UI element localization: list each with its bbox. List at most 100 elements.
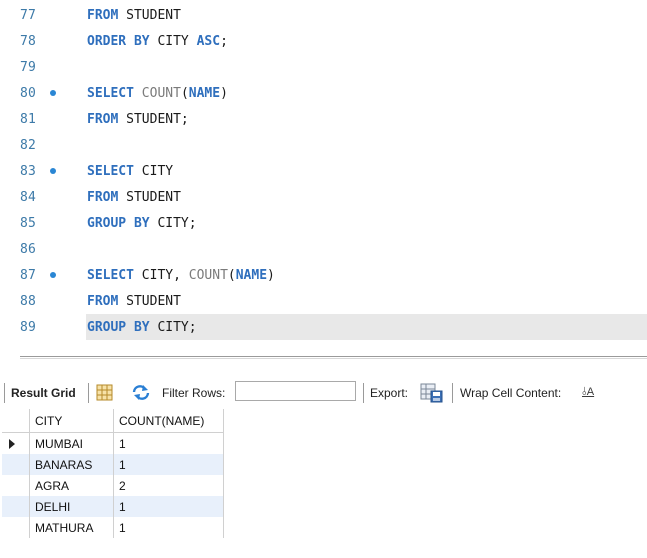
code-token: FROM xyxy=(87,8,127,23)
table-row[interactable]: AGRA 2 xyxy=(2,475,224,496)
code-text: SELECT COUNT(NAME) xyxy=(87,86,228,101)
table-row[interactable]: MATHURA 1 xyxy=(2,517,224,538)
table-row[interactable]: MUMBAI 1 xyxy=(2,433,224,454)
editor-line[interactable]: 80 SELECT COUNT(NAME) xyxy=(0,80,647,106)
toolbar-separator xyxy=(88,383,89,403)
cell-count-name[interactable]: 1 xyxy=(114,496,224,517)
wrap-cell-content-label: Wrap Cell Content: xyxy=(460,386,562,400)
editor-line[interactable]: 85 GROUP BY CITY; xyxy=(0,210,647,236)
code-token: NAME xyxy=(235,268,268,283)
code-token: FROM xyxy=(87,112,127,127)
code-text: SELECT CITY xyxy=(87,164,173,179)
result-grid: CITY COUNT(NAME) MUMBAI 1 BANARAS 1 AGRA 2 DEL… xyxy=(2,409,224,538)
cell-city-text: BANARAS xyxy=(35,458,93,472)
line-number: 78 xyxy=(20,34,37,49)
filter-rows-label: Filter Rows: xyxy=(162,386,226,400)
line-number: 84 xyxy=(20,190,37,205)
cell-city[interactable]: BANARAS xyxy=(30,454,114,475)
line-number: 87 xyxy=(20,268,37,283)
toolbar-separator xyxy=(4,383,5,403)
sql-editor[interactable]: 77 FROM STUDENT 78 ORDER BY CITY ASC; 79 80 SE… xyxy=(0,0,647,348)
editor-line[interactable]: 82 xyxy=(0,132,647,158)
row-header[interactable] xyxy=(2,496,30,517)
cell-count-name[interactable]: 1 xyxy=(114,454,224,475)
code-token: STUDENT xyxy=(126,190,181,205)
code-text: SELECT CITY, COUNT(NAME) xyxy=(87,268,275,283)
table-row[interactable]: BANARAS 1 xyxy=(2,454,224,475)
editor-line[interactable]: 88 FROM STUDENT xyxy=(0,288,647,314)
result-grid-tab[interactable]: Result Grid xyxy=(11,386,76,400)
cell-city-text: MATHURA xyxy=(35,521,94,535)
code-token: COUNT xyxy=(141,86,181,101)
export-label: Export: xyxy=(370,386,409,400)
code-token: CITY xyxy=(157,34,197,49)
code-token: SELECT xyxy=(87,164,142,179)
line-number: 79 xyxy=(20,60,37,75)
editor-line[interactable]: 78 ORDER BY CITY ASC; xyxy=(0,28,647,54)
statement-marker-icon[interactable] xyxy=(50,272,56,278)
editor-line[interactable]: 84 FROM STUDENT xyxy=(0,184,647,210)
grid-body: MUMBAI 1 BANARAS 1 AGRA 2 DELHI 1 MATHURA 1 xyxy=(2,433,224,538)
code-text: GROUP BY CITY; xyxy=(87,320,197,335)
cell-city[interactable]: MUMBAI xyxy=(30,433,114,454)
editor-line[interactable]: 81 FROM STUDENT; xyxy=(0,106,647,132)
code-token: NAME xyxy=(188,86,221,101)
cell-city[interactable]: MATHURA xyxy=(30,517,114,538)
export-icon[interactable] xyxy=(420,382,444,406)
statement-marker-icon[interactable] xyxy=(50,90,56,96)
code-text: FROM STUDENT xyxy=(87,294,181,309)
cell-count-name[interactable]: 1 xyxy=(114,517,224,538)
editor-line[interactable]: 77 FROM STUDENT xyxy=(0,2,647,28)
editor-line[interactable]: 87 SELECT CITY, COUNT(NAME) xyxy=(0,262,647,288)
cell-city[interactable]: DELHI xyxy=(30,496,114,517)
line-number: 83 xyxy=(20,164,37,179)
cell-count-name[interactable]: 1 xyxy=(114,433,224,454)
column-header-city[interactable]: CITY xyxy=(30,409,114,432)
pane-splitter-shadow xyxy=(20,358,647,359)
code-text: GROUP BY CITY; xyxy=(87,216,197,231)
column-header-count-name[interactable]: COUNT(NAME) xyxy=(114,409,224,432)
code-token: STUDENT xyxy=(126,8,181,23)
row-header[interactable] xyxy=(2,433,30,454)
code-text: ORDER BY CITY ASC; xyxy=(87,34,228,49)
editor-line[interactable]: 79 xyxy=(0,54,647,80)
row-header[interactable] xyxy=(2,517,30,538)
editor-line[interactable]: 83 SELECT CITY xyxy=(0,158,647,184)
current-row-arrow-icon xyxy=(9,439,15,449)
row-header[interactable] xyxy=(2,454,30,475)
code-token: FROM xyxy=(87,190,127,205)
cell-city-text: MUMBAI xyxy=(35,437,83,451)
editor-line[interactable]: 86 xyxy=(0,236,647,262)
code-token: ( xyxy=(180,86,189,101)
code-token: ORDER BY xyxy=(87,34,158,49)
toolbar-separator xyxy=(452,383,453,403)
cell-count-name-text: 1 xyxy=(119,437,126,451)
statement-marker-icon[interactable] xyxy=(50,168,56,174)
filter-rows-input[interactable] xyxy=(235,381,356,401)
editor-line[interactable]: 89 GROUP BY CITY; xyxy=(0,314,647,340)
code-token: CITY xyxy=(141,164,174,179)
row-header[interactable] xyxy=(2,475,30,496)
code-text: FROM STUDENT; xyxy=(87,112,189,127)
result-toolbar: Result Grid Filter Rows: Export: Wrap Ce… xyxy=(0,378,647,408)
pane-splitter[interactable] xyxy=(20,356,647,357)
table-row[interactable]: DELHI 1 xyxy=(2,496,224,517)
code-token: COUNT xyxy=(188,268,228,283)
cell-city[interactable]: AGRA xyxy=(30,475,114,496)
code-token: CITY; xyxy=(157,320,197,335)
line-number: 82 xyxy=(20,138,37,153)
code-token: STUDENT xyxy=(126,294,181,309)
cell-count-name-text: 1 xyxy=(119,500,126,514)
refresh-icon[interactable] xyxy=(131,384,151,404)
line-number: 77 xyxy=(20,8,37,23)
cell-count-name[interactable]: 2 xyxy=(114,475,224,496)
code-text: FROM STUDENT xyxy=(87,8,181,23)
code-token: ) xyxy=(267,268,275,283)
cell-city-text: AGRA xyxy=(35,479,70,493)
line-number: 80 xyxy=(20,86,37,101)
cell-count-name-text: 1 xyxy=(119,458,126,472)
grid-layout-icon[interactable] xyxy=(96,384,113,404)
toolbar-separator xyxy=(363,383,364,403)
wrap-cell-content-icon[interactable]: ⫰A xyxy=(582,386,594,399)
code-token: STUDENT; xyxy=(126,112,189,127)
